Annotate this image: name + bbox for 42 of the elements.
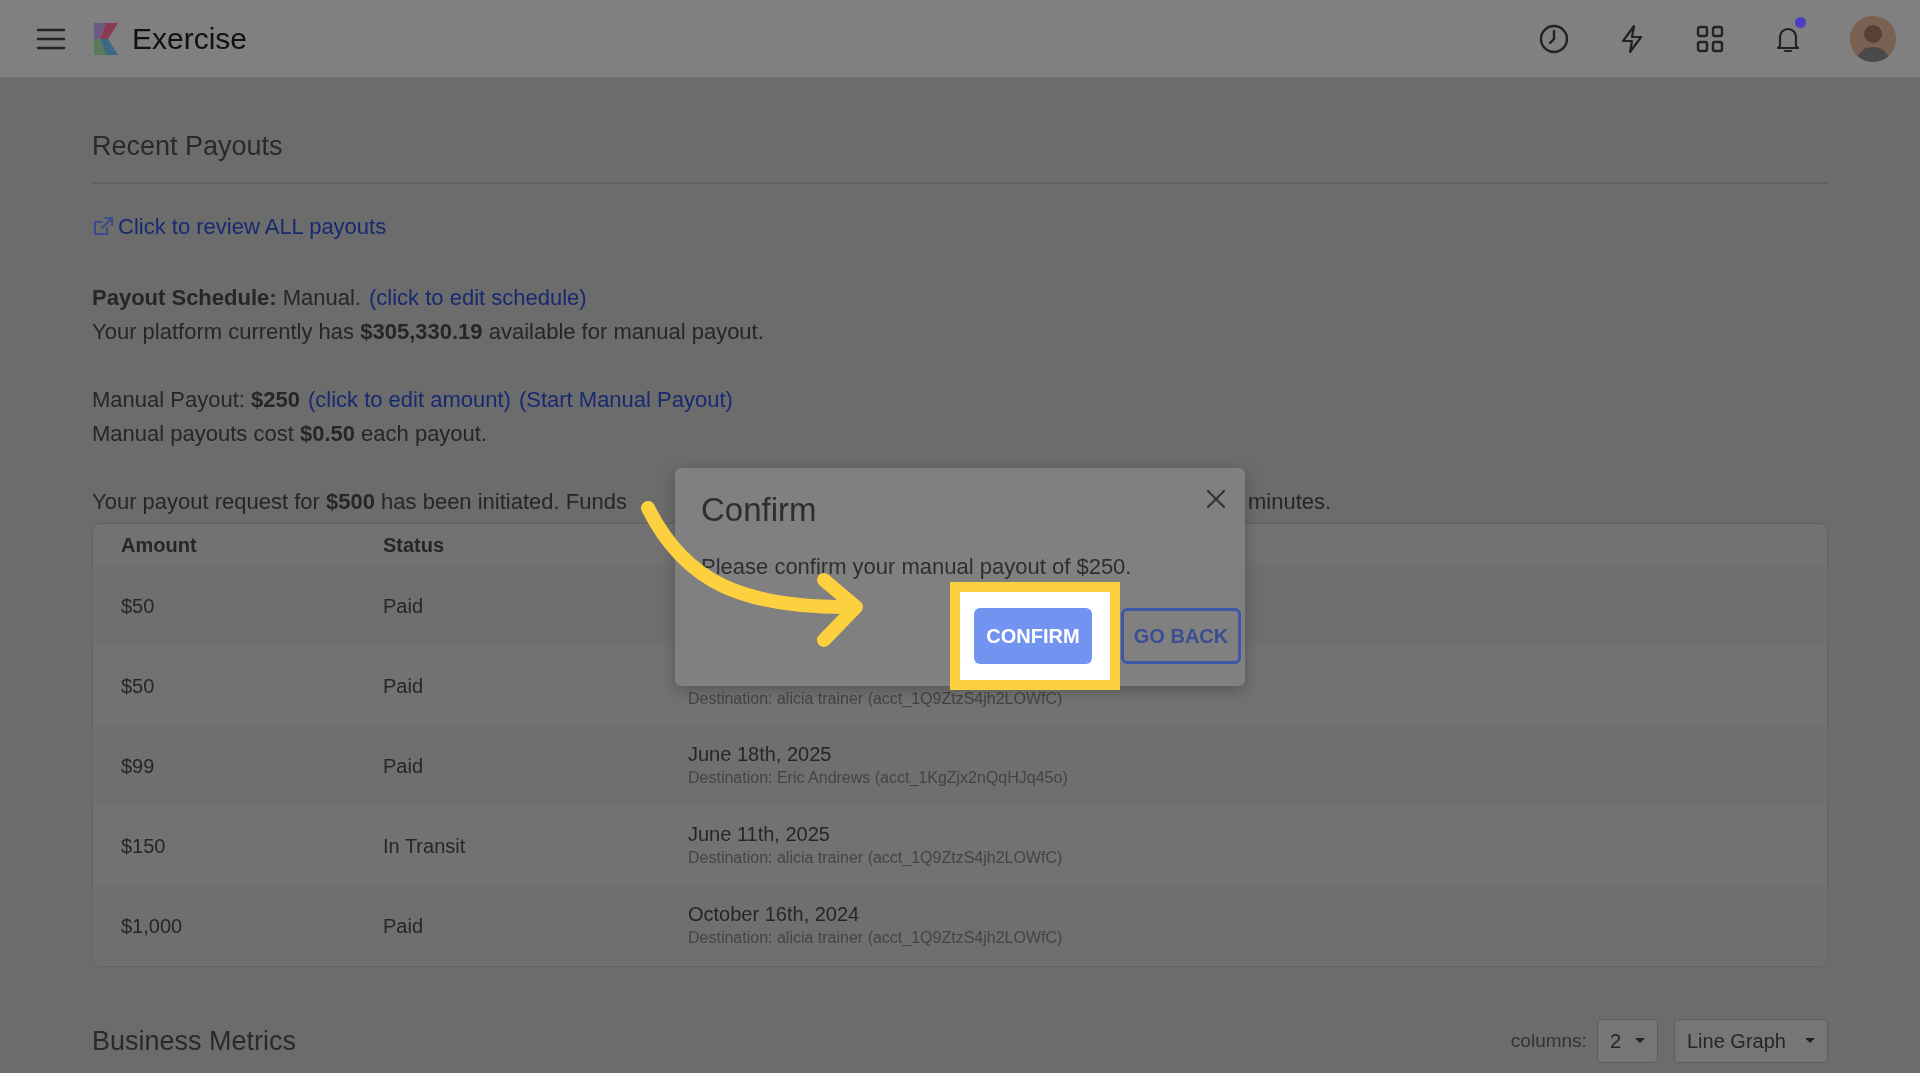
go-back-button[interactable]: GO BACK [1121, 608, 1241, 664]
menu-icon[interactable] [36, 26, 66, 51]
confirm-button[interactable]: CONFIRM [974, 608, 1092, 664]
close-icon[interactable] [1205, 488, 1227, 510]
table-cell-text: $150 [120, 833, 167, 859]
schedule-text: Payout Schedule: Manual. [92, 283, 361, 312]
table-cell-text: $1,000 [120, 913, 184, 939]
columns-select[interactable]: 2 [1596, 1018, 1658, 1063]
graph-type-select[interactable]: Line Graph [1674, 1018, 1828, 1063]
request-text: Your payout request for $500 has been initiated. Funds [92, 487, 627, 516]
payout-date: June 11th, 2025 [688, 821, 831, 846]
table-cell-text: Paid [383, 913, 425, 939]
column-header: Amount [120, 532, 198, 558]
start-payout-link[interactable]: (Start Manual Payout) [518, 382, 733, 417]
section-title: Recent Payouts [92, 130, 284, 163]
manual-payout-text: Manual Payout: $250 [92, 385, 300, 414]
section-title: Business Metrics [92, 1024, 297, 1058]
review-payouts-link[interactable]: Click to review ALL payouts [92, 210, 387, 244]
table-cell-text: In Transit [383, 833, 467, 859]
external-link-icon [92, 215, 114, 238]
edit-schedule-link[interactable]: (click to edit schedule) [369, 280, 587, 315]
payout-date: June 18th, 2025 [688, 741, 833, 766]
table-cell-text: $50 [120, 593, 156, 619]
clock-icon[interactable] [1538, 22, 1570, 55]
cost-text: Manual payouts cost $0.50 each payout. [92, 419, 489, 448]
dialog-title: Confirm [701, 490, 817, 530]
dialog-message: Please confirm your manual payout of $250. [701, 552, 1133, 581]
available-text: Your platform currently has $305,330.19 available for manual payout. [92, 317, 765, 346]
columns-label: columns: [1510, 1028, 1587, 1053]
table-cell-text: $99 [120, 753, 156, 779]
payout-date: October 16th, 2024 [688, 901, 861, 926]
avatar[interactable] [1850, 15, 1896, 62]
caret-icon [1635, 1038, 1645, 1044]
table-cell-text: Paid [383, 593, 425, 619]
request-text: minutes. [1248, 487, 1332, 516]
table-cell-text: $50 [120, 673, 156, 699]
caret-icon [1805, 1038, 1815, 1044]
brand-name[interactable]: Exercise [132, 16, 248, 61]
edit-amount-link[interactable]: (click to edit amount) [307, 382, 511, 417]
column-header: Status [383, 532, 446, 558]
table-cell-text: Paid [383, 753, 425, 779]
table-cell-text: Paid [383, 673, 425, 699]
